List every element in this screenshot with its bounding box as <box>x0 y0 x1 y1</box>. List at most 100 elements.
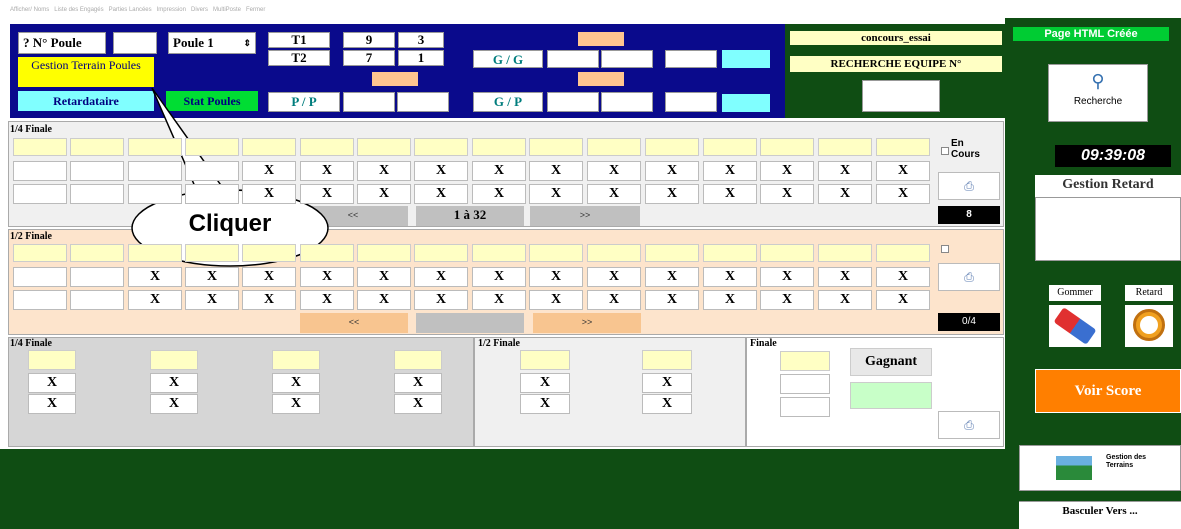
recherche-equipe-input[interactable] <box>862 80 940 112</box>
right-sidebar: Page HTML Créée ⚲ Recherche 09:39:08 Ges… <box>1005 18 1181 529</box>
recherche-equipe-label: RECHERCHE EQUIPE N° <box>790 56 1002 72</box>
s1-team-cell <box>300 138 354 156</box>
spinner-icon: ⇕ <box>243 38 251 48</box>
s2-score-x: X <box>760 290 814 310</box>
bq-team-cell <box>272 350 320 370</box>
bq-score-x: X <box>272 394 320 414</box>
en-cours-checkbox[interactable] <box>941 147 949 155</box>
s1-score-x: X <box>760 161 814 181</box>
gestion-terrains-label: Gestion des Terrains <box>1106 454 1147 469</box>
page-html-status: Page HTML Créée <box>1013 27 1169 41</box>
section1-count: 8 <box>938 206 1000 224</box>
s1-score-x: X <box>472 161 526 181</box>
menu-liste-engages[interactable]: Liste des Engagés <box>54 7 103 18</box>
gagnant-field <box>850 382 932 409</box>
gg-label: G / G <box>473 50 543 68</box>
section2-next-button[interactable]: >> <box>533 313 641 333</box>
gp-cyan-field <box>722 94 770 112</box>
bq-score-x: X <box>150 373 198 393</box>
s2-score-x: X <box>818 267 872 287</box>
section1-next-button[interactable]: >> <box>530 206 640 226</box>
basculer-vers-select[interactable]: Basculer Vers ... <box>1019 501 1181 529</box>
s2-score-x: X <box>357 290 411 310</box>
bs-score-x: X <box>642 373 692 393</box>
bs-score-x: X <box>520 394 570 414</box>
s2-team-cell <box>128 244 182 262</box>
gestion-terrains-button[interactable]: Gestion des Terrains <box>1019 445 1181 491</box>
section2-range <box>416 313 524 333</box>
bq-team-cell <box>394 350 442 370</box>
s2-team-cell <box>357 244 411 262</box>
s1-team-cell <box>876 138 930 156</box>
s2-score-x: X <box>703 267 757 287</box>
bq-score-x: X <box>150 394 198 414</box>
s1-team-cell <box>818 138 872 156</box>
s2-score-x: X <box>876 267 930 287</box>
print-button-1[interactable]: ⎙ <box>938 172 1000 200</box>
s2-score-x: X <box>760 267 814 287</box>
print-button-3[interactable]: ⎙ <box>938 411 1000 439</box>
poule-label: ? N° Poule <box>18 32 106 54</box>
s1-team-cell <box>357 138 411 156</box>
bq-score-x: X <box>394 394 442 414</box>
s1-score-x: X <box>818 184 872 204</box>
print-button-2[interactable]: ⎙ <box>938 263 1000 291</box>
gp-label: G / P <box>473 92 543 112</box>
s2-score-x: X <box>300 267 354 287</box>
menu-parties-lancees[interactable]: Parties Lancées <box>109 7 152 18</box>
s2-score-x: X <box>876 290 930 310</box>
menu-impression[interactable]: Impression <box>157 7 186 18</box>
bs-team-cell <box>642 350 692 370</box>
bq-team-cell <box>28 350 76 370</box>
s1-team-cell <box>13 138 67 156</box>
menu-multiposte[interactable]: MultiPoste <box>213 7 241 18</box>
voir-score-button[interactable]: Voir Score <box>1035 369 1181 413</box>
s2-score-x: X <box>645 290 699 310</box>
eraser-icon <box>1053 307 1097 345</box>
s2-team-cell <box>818 244 872 262</box>
gestion-retard-title: Gestion Retard <box>1035 175 1181 197</box>
s2-score-x: X <box>242 267 296 287</box>
gp-field-3 <box>665 92 717 112</box>
retard-label: Retard <box>1125 285 1173 301</box>
section2-checkbox[interactable] <box>941 245 949 253</box>
stopwatch-icon <box>1133 309 1165 341</box>
gagnant-label: Gagnant <box>850 348 932 376</box>
poule-select[interactable]: Poule 1 ⇕ <box>168 32 256 54</box>
recherche-label: Recherche <box>1073 96 1123 107</box>
menu-divers[interactable]: Divers <box>191 7 208 18</box>
gestion-retard-list[interactable] <box>1035 197 1181 261</box>
s1-team-cell <box>587 138 641 156</box>
printer-icon: ⎙ <box>964 179 974 193</box>
recherche-button[interactable]: ⚲ Recherche <box>1048 64 1148 122</box>
s2-team-cell <box>876 244 930 262</box>
gp-indicator <box>578 72 624 86</box>
s1-team-cell <box>472 138 526 156</box>
s2-team-cell <box>242 244 296 262</box>
gommer-button[interactable] <box>1049 305 1101 347</box>
s1-empty-cell <box>128 161 182 181</box>
clock: 09:39:08 <box>1055 145 1171 167</box>
t1-score-a: 9 <box>343 32 395 48</box>
bs-score-x: X <box>642 394 692 414</box>
section2-prev-button[interactable]: << <box>300 313 408 333</box>
section2-title: 1/2 Finale <box>10 231 52 242</box>
retard-button[interactable] <box>1125 305 1173 347</box>
s1-score-x: X <box>472 184 526 204</box>
poule-number-input[interactable] <box>113 32 157 54</box>
menu-fermer[interactable]: Fermer <box>246 7 265 18</box>
section1-title: 1/4 Finale <box>10 124 52 135</box>
s1-team-cell <box>242 138 296 156</box>
gommer-label: Gommer <box>1049 285 1101 301</box>
s1-empty-cell <box>70 184 124 204</box>
s1-score-x: X <box>703 161 757 181</box>
s1-team-cell <box>760 138 814 156</box>
bq-score-x: X <box>28 394 76 414</box>
s2-score-x: X <box>587 267 641 287</box>
s2-team-cell <box>645 244 699 262</box>
menu-afficher[interactable]: Afficher/ Noms <box>10 7 49 18</box>
concours-panel: concours_essai RECHERCHE EQUIPE N° <box>785 24 1005 118</box>
s1-team-cell <box>128 138 182 156</box>
gg-indicator <box>578 32 624 46</box>
s2-score-x: X <box>472 290 526 310</box>
